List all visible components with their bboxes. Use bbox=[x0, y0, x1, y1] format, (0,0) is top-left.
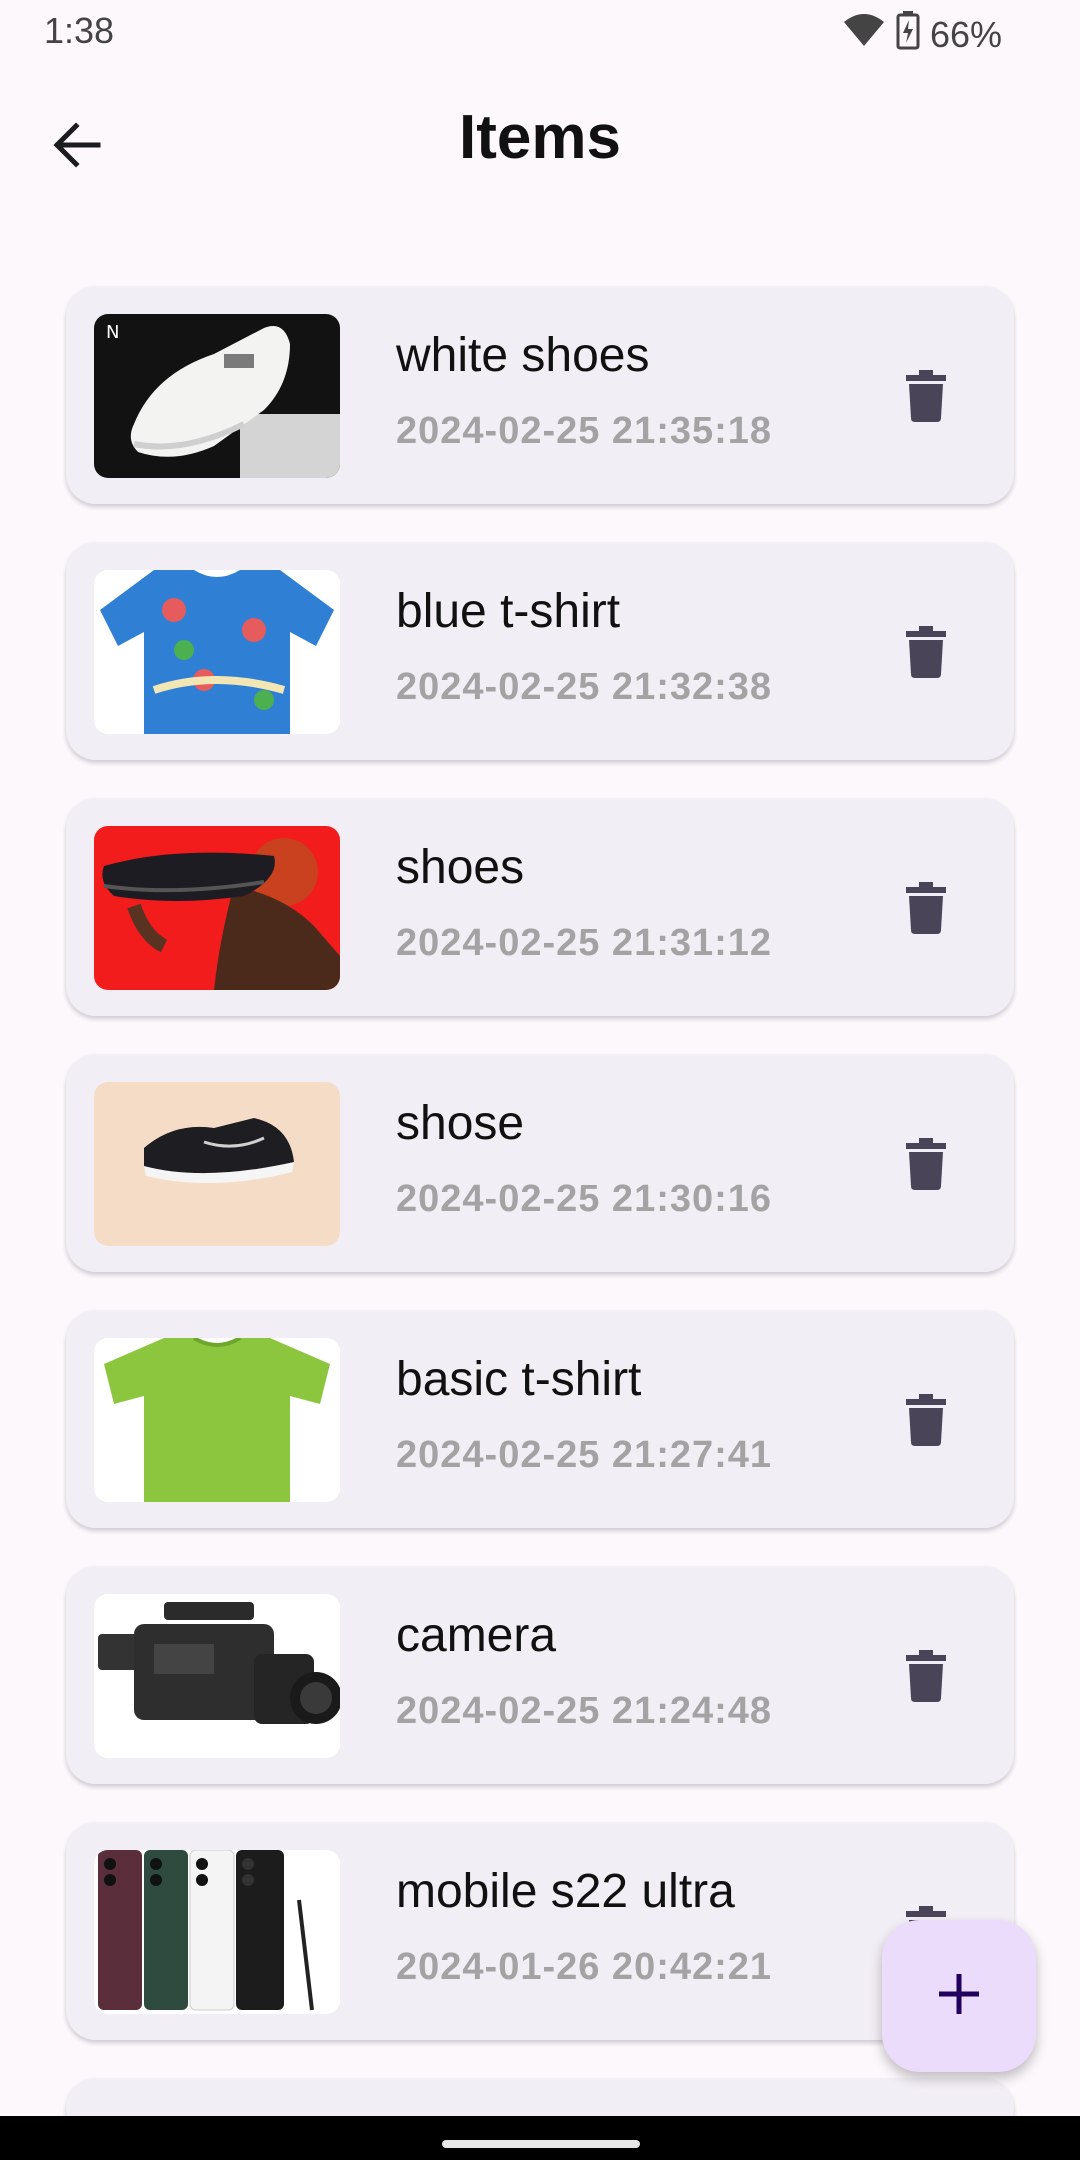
trash-icon bbox=[906, 369, 946, 427]
item-card[interactable]: N white shoes 2024-02-25 21:35:18 bbox=[66, 286, 1014, 504]
item-name: mobile s22 ultra bbox=[396, 1865, 735, 1918]
app-bar: Items bbox=[0, 80, 1080, 204]
item-name: shoes bbox=[396, 841, 525, 894]
item-card[interactable]: shoes 2024-02-25 21:31:12 bbox=[66, 798, 1014, 1016]
delete-button[interactable] bbox=[886, 1382, 966, 1462]
status-time: 1:38 bbox=[44, 10, 115, 51]
trash-icon bbox=[906, 625, 946, 683]
item-date: 2024-02-25 21:31:12 bbox=[396, 922, 773, 964]
delete-button[interactable] bbox=[886, 1126, 966, 1206]
item-card[interactable]: blue t-shirt 2024-02-25 21:32:38 bbox=[66, 542, 1014, 760]
delete-button[interactable] bbox=[886, 1638, 966, 1718]
item-date: 2024-02-25 21:35:18 bbox=[396, 410, 773, 452]
item-list: N white shoes 2024-02-25 21:35:18 blue t… bbox=[66, 286, 1014, 2138]
trash-icon bbox=[906, 1649, 946, 1707]
trash-icon bbox=[906, 1137, 946, 1195]
trash-icon bbox=[906, 881, 946, 939]
delete-button[interactable] bbox=[886, 870, 966, 950]
item-card[interactable]: shose 2024-02-25 21:30:16 bbox=[66, 1054, 1014, 1272]
item-card[interactable]: mobile s22 ultra 2024-01-26 20:42:21 bbox=[66, 1822, 1014, 2040]
status-icons: 66% bbox=[842, 10, 1002, 59]
item-name: basic t-shirt bbox=[396, 1353, 642, 1406]
item-image bbox=[94, 1082, 340, 1246]
battery-icon bbox=[896, 10, 920, 59]
item-card[interactable]: camera 2024-02-25 21:24:48 bbox=[66, 1566, 1014, 1784]
item-image bbox=[94, 1338, 340, 1502]
plus-icon bbox=[937, 1972, 981, 2021]
battery-percent: 66% bbox=[929, 13, 1002, 55]
delete-button[interactable] bbox=[886, 358, 966, 438]
page-title: Items bbox=[459, 103, 621, 172]
item-date: 2024-02-25 21:24:48 bbox=[396, 1690, 773, 1732]
item-date: 2024-01-26 20:42:21 bbox=[396, 1946, 773, 1988]
wifi-icon bbox=[842, 12, 886, 57]
item-date: 2024-02-25 21:27:41 bbox=[396, 1434, 773, 1476]
item-image bbox=[94, 1594, 340, 1758]
item-name: shose bbox=[396, 1097, 525, 1150]
svg-text:N: N bbox=[106, 322, 119, 343]
status-bar: 1:38 66% bbox=[0, 0, 1080, 66]
item-image bbox=[94, 826, 340, 990]
item-name: blue t-shirt bbox=[396, 585, 621, 638]
item-image bbox=[94, 1850, 340, 2014]
home-handle[interactable] bbox=[442, 2140, 640, 2148]
system-nav-bar bbox=[0, 2116, 1080, 2160]
delete-button[interactable] bbox=[886, 614, 966, 694]
item-date: 2024-02-25 21:30:16 bbox=[396, 1178, 773, 1220]
item-image bbox=[94, 570, 340, 734]
item-image: N bbox=[94, 314, 340, 478]
item-name: camera bbox=[396, 1609, 557, 1662]
item-card[interactable]: basic t-shirt 2024-02-25 21:27:41 bbox=[66, 1310, 1014, 1528]
add-item-button[interactable] bbox=[882, 1920, 1036, 2072]
item-name: white shoes bbox=[396, 329, 650, 382]
item-date: 2024-02-25 21:32:38 bbox=[396, 666, 773, 708]
trash-icon bbox=[906, 1393, 946, 1451]
